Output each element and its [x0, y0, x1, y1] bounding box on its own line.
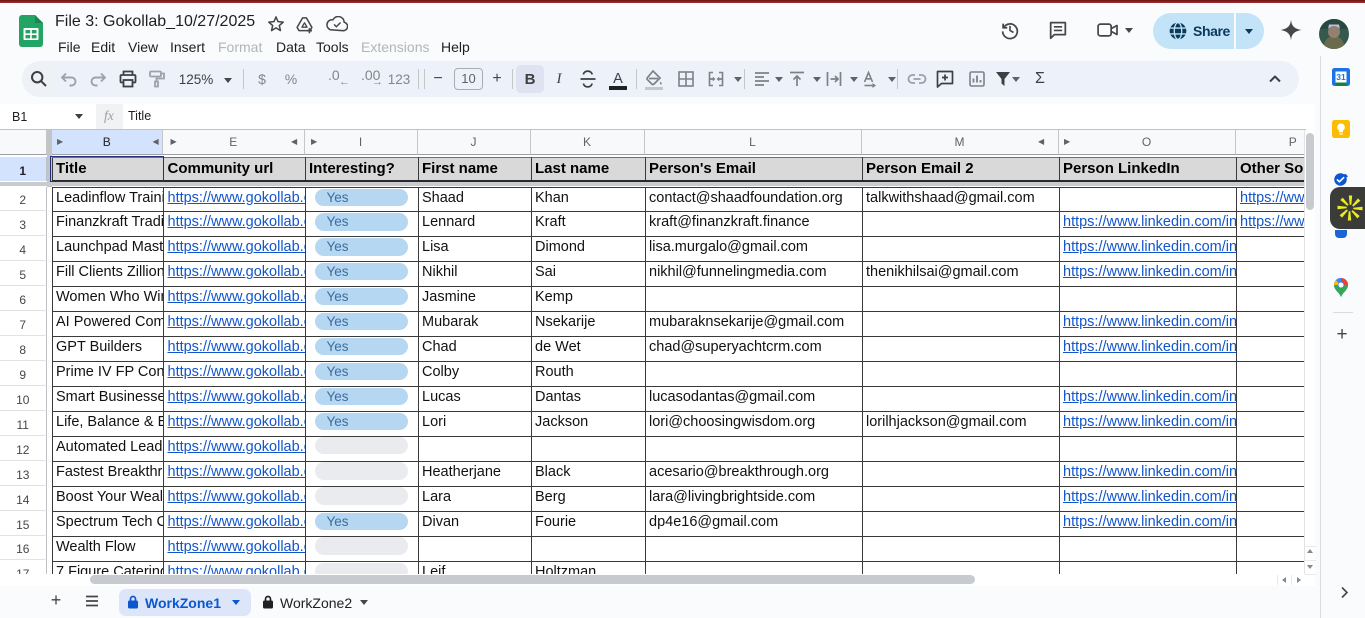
svg-text:31: 31 [1336, 72, 1346, 82]
